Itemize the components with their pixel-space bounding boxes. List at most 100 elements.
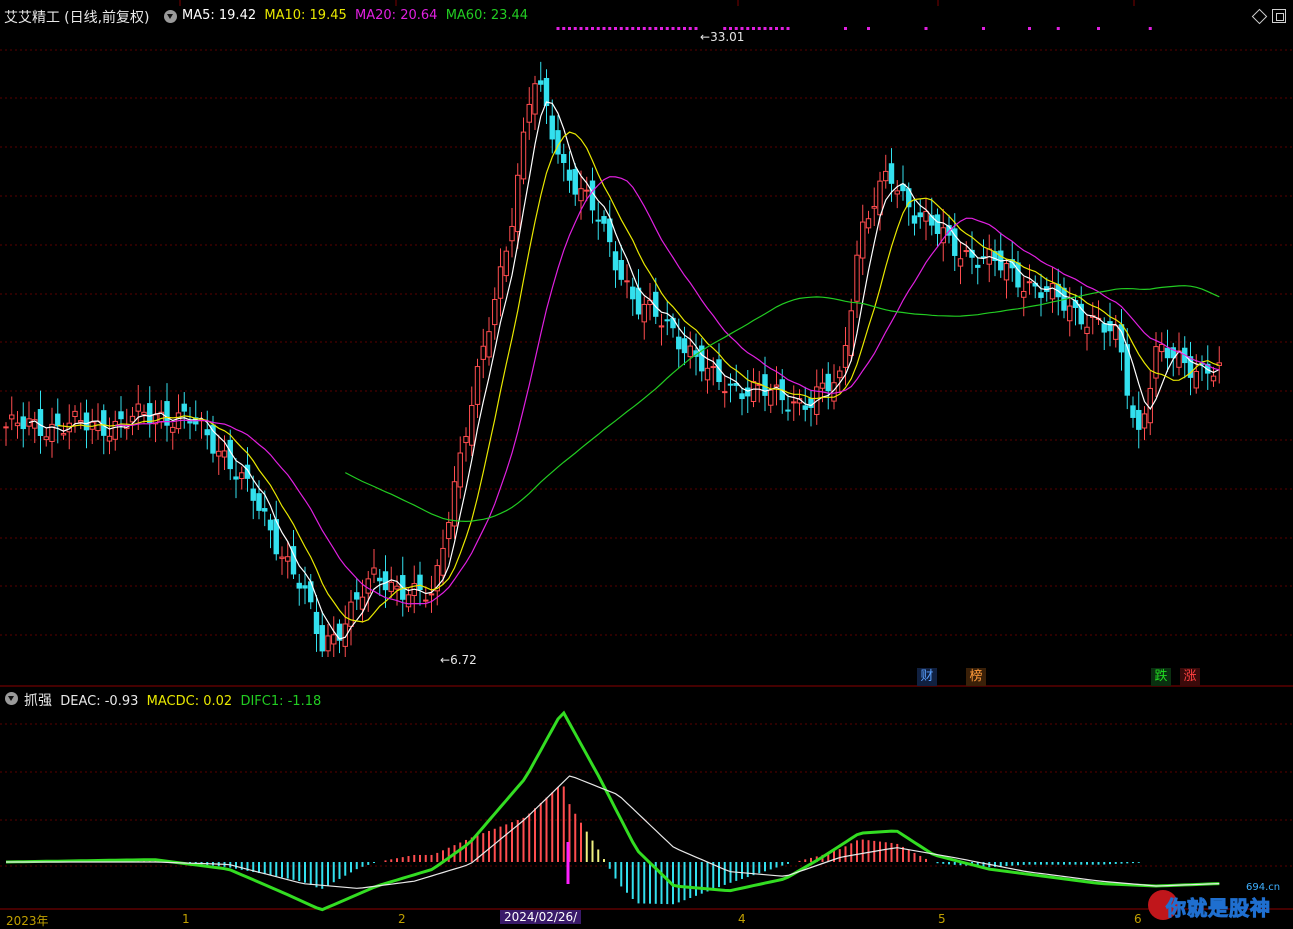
candle-body [549, 115, 555, 140]
candle-body [1101, 323, 1107, 333]
candle-body [480, 345, 486, 360]
signal-dot [671, 27, 675, 30]
candle-body [526, 103, 532, 123]
candle-body [256, 493, 262, 511]
candle-body [216, 450, 222, 457]
candle-body [43, 436, 49, 441]
signal-dot [665, 27, 669, 30]
candle-body [1015, 262, 1021, 288]
x-label-m5: 5 [938, 912, 946, 926]
x-label-m1: 1 [182, 912, 190, 926]
signal-dot [573, 27, 577, 30]
candle-body [842, 345, 849, 368]
candle-body [405, 594, 412, 608]
signal-dot [757, 27, 761, 30]
candle-body [486, 331, 492, 358]
candle-body [365, 578, 371, 594]
candle-body [331, 634, 337, 645]
candle-body [975, 264, 981, 268]
candle-body [894, 190, 900, 195]
signal-dot [654, 27, 658, 30]
candle-body [394, 585, 400, 590]
candle-body [750, 381, 757, 402]
candle-body [745, 387, 751, 397]
candle-body [428, 593, 435, 596]
candle-body [618, 259, 624, 280]
candle-body [1159, 344, 1165, 353]
signal-dot [660, 27, 663, 30]
ma60-label: MA60: 23.44 [445, 8, 529, 23]
candle-body [888, 163, 895, 184]
macdc-label: MACDC: 0.02 [146, 694, 233, 709]
signal-dot [591, 27, 594, 30]
candle-body [497, 266, 504, 299]
indicator-name[interactable]: 抓强 [24, 693, 52, 709]
signal-dot [642, 27, 646, 30]
candle-body [722, 391, 728, 394]
candle-body [865, 218, 872, 229]
main-chart-header: 艾艾精工 (日线,前复权) [4, 7, 150, 26]
candle-body [1210, 375, 1217, 382]
candle-body [325, 635, 331, 652]
badge-die[interactable]: 跌 [1151, 668, 1171, 686]
sub-indicator-dropdown-icon[interactable] [5, 692, 18, 705]
signal-dot [867, 27, 870, 30]
x-label-m6: 6 [1134, 912, 1142, 926]
candle-body [595, 219, 601, 222]
signal-dot [844, 27, 847, 30]
signal-dot [619, 27, 623, 30]
candle-body [20, 416, 26, 430]
candle-body [664, 319, 670, 322]
candle-body [492, 299, 498, 326]
signal-dot [625, 27, 629, 30]
signal-dot [608, 27, 612, 30]
candle-body [112, 420, 118, 440]
candle-body [635, 287, 642, 315]
window-toggle-icon[interactable] [1272, 9, 1286, 23]
stock-chart[interactable] [0, 0, 1293, 923]
badge-bang[interactable]: 榜 [966, 668, 986, 686]
badge-zhang[interactable]: 涨 [1180, 668, 1200, 686]
candle-body [538, 80, 544, 85]
candle-body [141, 411, 147, 415]
candle-body [83, 412, 90, 431]
candle-body [9, 414, 15, 420]
candle-body [854, 254, 860, 302]
signal-dot [1056, 27, 1060, 30]
signal-dot [786, 27, 790, 30]
candle-body [739, 393, 745, 400]
candle-body [451, 481, 458, 527]
candle-body [72, 410, 78, 418]
candle-body [911, 215, 918, 224]
candle-body [3, 426, 9, 429]
candle-body [55, 413, 61, 427]
candle-body [377, 577, 383, 582]
candle-body [520, 131, 527, 180]
sub-chart-header: 抓强 DEAC: -0.93 MACDC: 0.02 DIFC1: -1.18 [24, 690, 321, 710]
candle-body [319, 625, 325, 652]
signal-dot [596, 27, 600, 30]
candle-body [1113, 325, 1119, 340]
stock-name[interactable]: 艾艾精工 [4, 10, 60, 26]
signal-dot [677, 27, 681, 30]
candle-body [14, 422, 21, 427]
candle-body [1067, 305, 1073, 322]
candle-body [1021, 290, 1027, 298]
candle-body [578, 188, 584, 202]
candle-body [1107, 321, 1113, 332]
candle-body [1026, 281, 1033, 284]
candle-body [676, 336, 682, 350]
candle-body [60, 433, 67, 436]
signal-dot [602, 27, 606, 30]
candle-body [1038, 292, 1044, 298]
x-label-m2: 2 [398, 912, 406, 926]
x-label-m4: 4 [738, 912, 746, 926]
signal-dot [579, 27, 583, 30]
badge-cai[interactable]: 财 [917, 668, 937, 686]
indicator-dropdown-icon[interactable] [164, 10, 177, 23]
candle-body [923, 210, 929, 222]
high-price-label: ←33.01 [700, 30, 745, 44]
ma20-label: MA20: 20.64 [355, 8, 438, 23]
candle-body [440, 547, 446, 576]
signal-dot [982, 27, 985, 30]
